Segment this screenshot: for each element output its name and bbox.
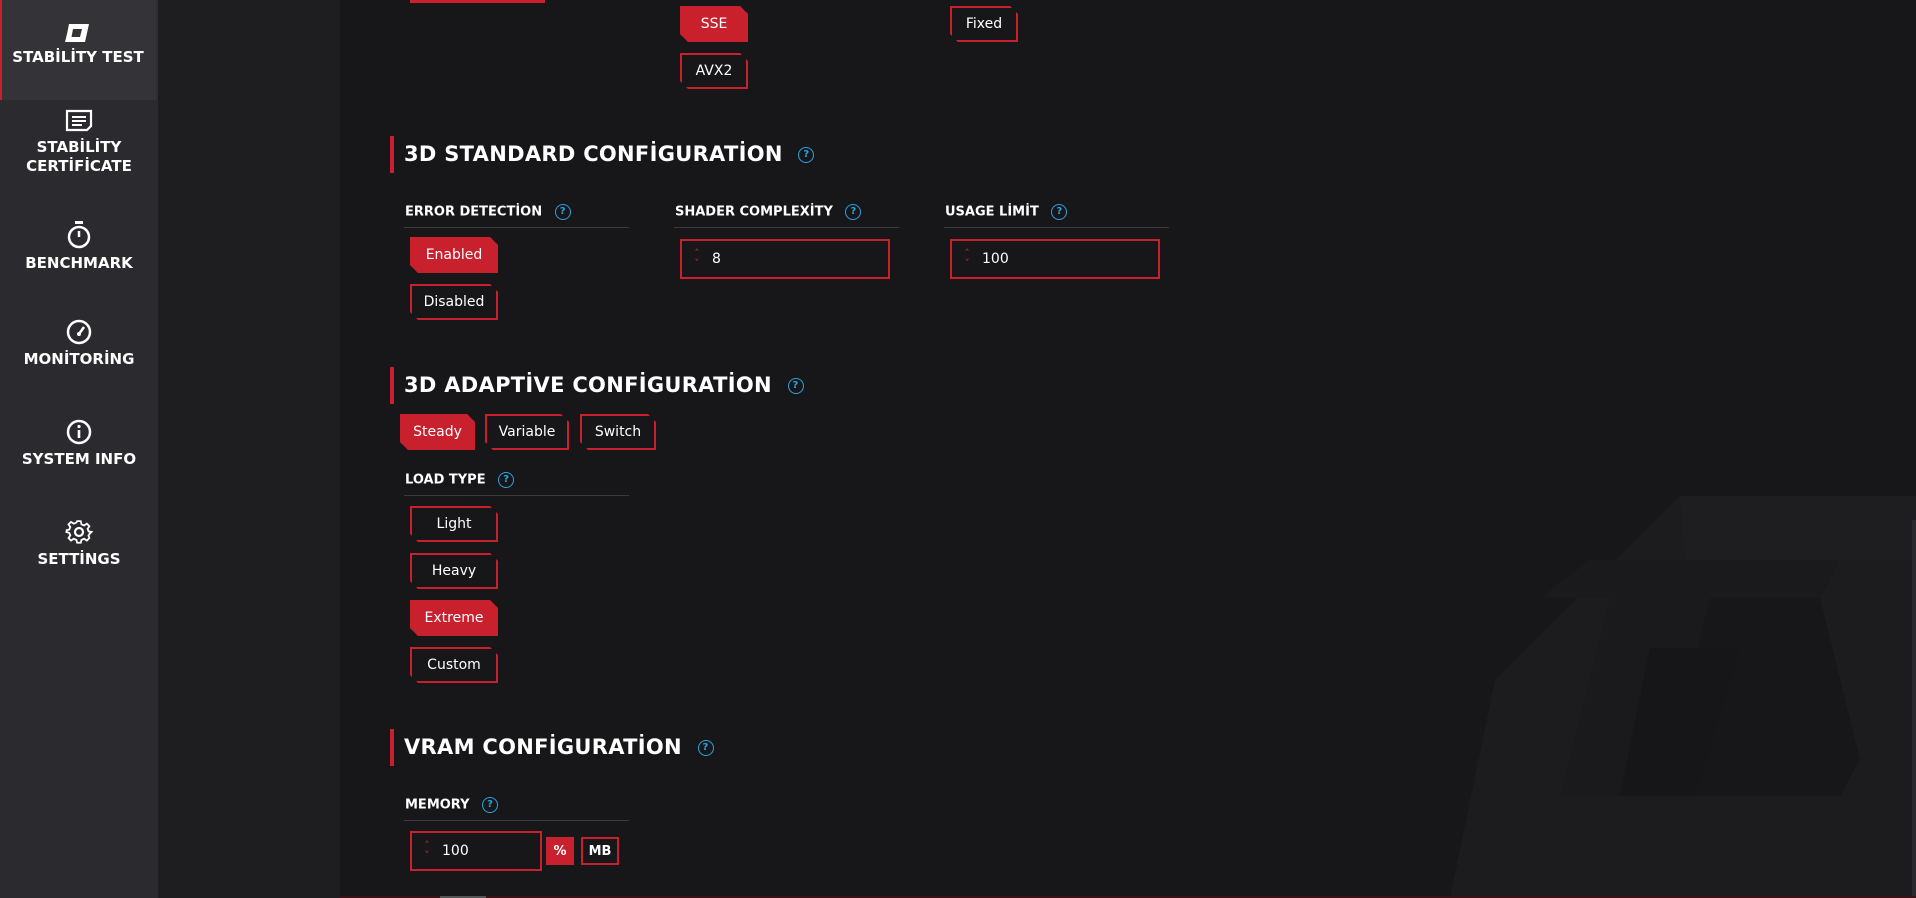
label-text: MEMORY bbox=[405, 797, 470, 813]
nav-system-info[interactable]: SYSTEM INFO bbox=[0, 418, 158, 478]
help-icon[interactable]: ? bbox=[482, 797, 499, 813]
help-icon[interactable]: ? bbox=[798, 147, 815, 163]
divider bbox=[944, 227, 1169, 228]
unit-mb-toggle[interactable]: MB bbox=[581, 837, 619, 865]
stepper-value: 100 bbox=[442, 843, 469, 859]
load-custom-button[interactable]: Custom bbox=[410, 647, 498, 683]
section-title-text: VRAM CONFİGURATİON bbox=[404, 735, 682, 759]
fixed-button[interactable]: Fixed bbox=[950, 6, 1018, 42]
shader-complexity-label: SHADER COMPLEXİTY ? bbox=[675, 204, 862, 220]
label-text: LOAD TYPE bbox=[405, 472, 486, 488]
label-text: USAGE LİMİT bbox=[945, 204, 1039, 220]
nav-label: SYSTEM INFO bbox=[21, 450, 137, 468]
stepper-value: 8 bbox=[712, 251, 721, 267]
section-title-3d-standard: 3D STANDARD CONFİGURATİON ? bbox=[404, 142, 815, 166]
usage-limit-stepper[interactable]: ˄ ˅ 100 bbox=[950, 239, 1160, 279]
usage-limit-label: USAGE LİMİT ? bbox=[945, 204, 1068, 220]
section-title-vram: VRAM CONFİGURATİON ? bbox=[404, 735, 714, 759]
divider bbox=[404, 820, 629, 821]
stopwatch-icon bbox=[67, 221, 91, 249]
help-icon[interactable]: ? bbox=[498, 472, 515, 488]
help-icon[interactable]: ? bbox=[787, 378, 804, 394]
help-icon[interactable]: ? bbox=[845, 204, 862, 220]
info-icon bbox=[66, 419, 92, 445]
sidebar-spacer bbox=[158, 0, 340, 898]
divider bbox=[404, 227, 629, 228]
stepper-arrows-icon[interactable]: ˄ ˅ bbox=[682, 248, 712, 269]
section-title-3d-adaptive: 3D ADAPTİVE CONFİGURATİON ? bbox=[404, 373, 804, 397]
memory-label: MEMORY ? bbox=[405, 797, 499, 813]
section-title-text: 3D ADAPTİVE CONFİGURATİON bbox=[404, 373, 772, 397]
background-logo-watermark bbox=[1450, 496, 1916, 898]
avx2-button[interactable]: AVX2 bbox=[680, 53, 748, 89]
error-detection-label: ERROR DETECTİON ? bbox=[405, 204, 571, 220]
stepper-value: 100 bbox=[982, 251, 1009, 267]
help-icon[interactable]: ? bbox=[554, 204, 571, 220]
stepper-arrows-icon[interactable]: ˄ ˅ bbox=[412, 840, 442, 861]
scrollbar[interactable] bbox=[1912, 520, 1916, 898]
shader-complexity-stepper[interactable]: ˄ ˅ 8 bbox=[680, 239, 890, 279]
divider bbox=[674, 227, 899, 228]
partial-button-edge bbox=[410, 0, 545, 3]
stepper-arrows-icon[interactable]: ˄ ˅ bbox=[952, 248, 982, 269]
load-light-button[interactable]: Light bbox=[410, 506, 498, 542]
nav-benchmark[interactable]: BENCHMARK bbox=[0, 220, 158, 280]
gauge-icon bbox=[66, 319, 92, 345]
label-text: SHADER COMPLEXİTY bbox=[675, 204, 833, 220]
section-accent-bar bbox=[390, 367, 394, 404]
sse-button[interactable]: SSE bbox=[680, 6, 748, 42]
memory-stepper[interactable]: ˄ ˅ 100 bbox=[410, 831, 542, 871]
mode-variable-button[interactable]: Variable bbox=[485, 414, 569, 450]
nav-label: STABİLİTY TEST bbox=[12, 48, 144, 66]
help-icon[interactable]: ? bbox=[1051, 204, 1068, 220]
label-text: ERROR DETECTİON bbox=[405, 204, 543, 220]
main-content: SSE AVX2 Fixed 3D STANDARD CONFİGURATİON… bbox=[340, 0, 1916, 898]
nav-label: BENCHMARK bbox=[25, 254, 133, 272]
nav-stability-test[interactable]: STABİLİTY TEST bbox=[0, 0, 158, 100]
nav-label: STABİLİTY CERTİFİCATE bbox=[26, 138, 132, 175]
gear-icon bbox=[65, 520, 93, 544]
help-icon[interactable]: ? bbox=[697, 740, 714, 756]
mode-steady-button[interactable]: Steady bbox=[400, 414, 475, 450]
nav-stability-certificate[interactable]: STABİLİTY CERTİFİCATE bbox=[0, 108, 158, 188]
error-detection-enabled-button[interactable]: Enabled bbox=[410, 237, 498, 273]
section-accent-bar bbox=[390, 729, 394, 766]
load-type-label: LOAD TYPE ? bbox=[405, 472, 515, 488]
nav-label: SETTİNGS bbox=[37, 550, 121, 568]
unit-percent-toggle[interactable]: % bbox=[546, 837, 574, 865]
nav-label: MONİTORİNG bbox=[23, 350, 135, 368]
load-extreme-button[interactable]: Extreme bbox=[410, 600, 498, 636]
nav-monitoring[interactable]: MONİTORİNG bbox=[0, 318, 158, 378]
section-accent-bar bbox=[390, 136, 394, 173]
logo-icon bbox=[65, 24, 89, 42]
error-detection-disabled-button[interactable]: Disabled bbox=[410, 284, 498, 320]
divider bbox=[404, 495, 629, 496]
certificate-icon bbox=[65, 109, 93, 132]
mode-switch-button[interactable]: Switch bbox=[580, 414, 656, 450]
sidebar: STABİLİTY TEST STABİLİTY CERTİFİCATE BEN… bbox=[0, 0, 158, 898]
section-title-text: 3D STANDARD CONFİGURATİON bbox=[404, 142, 783, 166]
load-heavy-button[interactable]: Heavy bbox=[410, 553, 498, 589]
nav-settings[interactable]: SETTİNGS bbox=[0, 518, 158, 578]
